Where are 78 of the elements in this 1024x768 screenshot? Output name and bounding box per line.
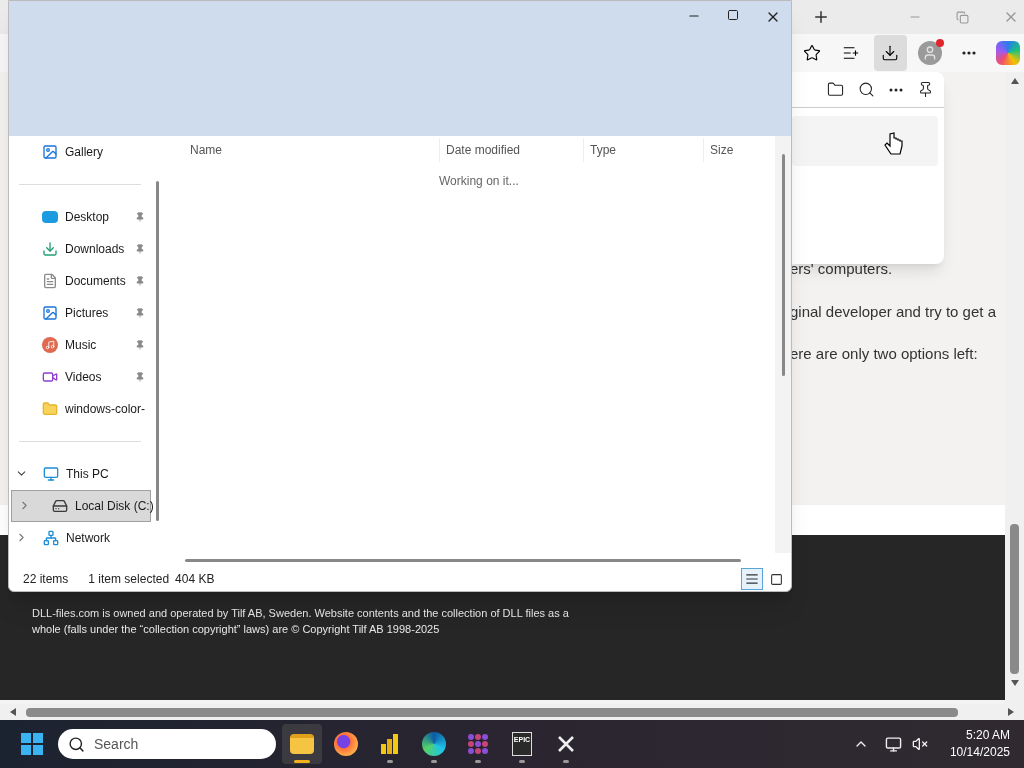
taskbar-app[interactable] bbox=[282, 724, 322, 764]
selection-count: 1 item selected bbox=[88, 571, 170, 589]
item-label: Desktop bbox=[65, 208, 110, 226]
music-icon bbox=[42, 336, 58, 353]
item-label: Pictures bbox=[65, 304, 109, 322]
gallery-icon bbox=[42, 143, 58, 160]
item-label: Gallery bbox=[65, 143, 103, 161]
item-label: Music bbox=[65, 336, 97, 354]
sidebar-item[interactable]: Gallery bbox=[9, 135, 151, 168]
sidebar-item[interactable]: Downloads bbox=[9, 232, 151, 265]
sidebar-item[interactable]: Local Disk (C:) bbox=[11, 489, 151, 522]
maximize-icon[interactable] bbox=[727, 9, 739, 21]
scroll-down-icon[interactable] bbox=[1010, 680, 1019, 686]
clock-time[interactable]: 5:20 AM bbox=[965, 727, 1010, 744]
drive-icon bbox=[52, 497, 68, 514]
copilot-icon bbox=[995, 41, 1020, 65]
search-icon bbox=[68, 736, 85, 753]
folder-icon[interactable] bbox=[827, 81, 844, 98]
selection-size: 404 KB bbox=[175, 571, 215, 589]
hand-cursor-icon bbox=[884, 132, 904, 158]
network-icon bbox=[43, 529, 59, 546]
item-label: Documents bbox=[65, 272, 126, 290]
copyright-text: DLL-files.com is owned and operated by Tilf AB, Sweden. Website contents and the collection of DLL files as a whole (falls under the “collection copyright” laws) are © Copyright Tilf AB 1998-2025 bbox=[32, 606, 570, 637]
firefox-icon bbox=[334, 732, 358, 756]
sidebar-item[interactable]: Documents bbox=[9, 264, 151, 297]
item-label: Videos bbox=[65, 368, 102, 386]
new-tab-icon[interactable] bbox=[812, 8, 830, 26]
column-header[interactable]: Size bbox=[703, 137, 763, 162]
monitor-icon[interactable] bbox=[884, 735, 902, 753]
column-header[interactable]: Date modified bbox=[439, 137, 583, 162]
folder-icon bbox=[42, 400, 58, 417]
sidebar-item[interactable]: Desktop bbox=[9, 200, 151, 233]
bar-chart-icon bbox=[379, 732, 401, 756]
more-icon[interactable] bbox=[889, 87, 903, 92]
desktop-icon bbox=[42, 210, 58, 223]
column-header[interactable]: Name bbox=[163, 137, 439, 162]
folder-icon bbox=[290, 734, 314, 754]
item-label: Downloads bbox=[65, 240, 125, 258]
sidebar-item[interactable]: Videos bbox=[9, 360, 151, 393]
download-icon bbox=[881, 44, 900, 62]
sidebar-item[interactable]: windows-color- bbox=[9, 392, 151, 425]
square-icon bbox=[769, 572, 783, 586]
column-header[interactable]: Type bbox=[583, 137, 703, 162]
star-icon bbox=[803, 44, 822, 62]
x-logo-icon bbox=[557, 735, 575, 753]
sidebar-item[interactable]: Music bbox=[9, 328, 151, 361]
item-count: 22 items bbox=[23, 571, 69, 589]
loading-message: Working on it... bbox=[439, 172, 520, 190]
muted-speaker-icon[interactable] bbox=[911, 736, 928, 752]
monitor-icon bbox=[43, 465, 59, 482]
search-icon[interactable] bbox=[858, 81, 875, 98]
list-icon bbox=[745, 572, 759, 587]
downloads-button[interactable] bbox=[874, 35, 907, 71]
sidebar-item[interactable]: Network bbox=[9, 521, 151, 554]
document-icon bbox=[42, 272, 58, 289]
picture-icon bbox=[42, 304, 58, 321]
item-label: This PC bbox=[66, 465, 109, 483]
details-view-button[interactable] bbox=[741, 568, 763, 591]
item-label: windows-color- bbox=[65, 400, 146, 418]
download-icon bbox=[42, 240, 58, 257]
sidebar-item[interactable]: Pictures bbox=[9, 296, 151, 329]
pin-icon[interactable] bbox=[917, 81, 934, 98]
windows-logo-icon[interactable] bbox=[20, 732, 44, 756]
edge-icon bbox=[422, 732, 446, 756]
scrollbar-thumb[interactable] bbox=[781, 153, 785, 376]
clock-date[interactable]: 10/14/2025 bbox=[949, 744, 1010, 761]
scroll-up-icon[interactable] bbox=[1010, 78, 1019, 84]
favorites-icon bbox=[842, 44, 861, 62]
scrollbar-thumb[interactable] bbox=[1010, 524, 1019, 674]
scrollbar-thumb[interactable] bbox=[185, 558, 741, 562]
dots-icon bbox=[466, 732, 490, 756]
more-icon bbox=[961, 51, 976, 55]
avatar-icon bbox=[917, 41, 942, 65]
search-field[interactable]: Search bbox=[58, 729, 276, 759]
item-label: Network bbox=[66, 529, 110, 547]
item-label: Local Disk (C:) bbox=[75, 497, 154, 515]
sidebar-item[interactable]: This PC bbox=[9, 457, 151, 490]
scrollbar-thumb[interactable] bbox=[155, 180, 159, 521]
